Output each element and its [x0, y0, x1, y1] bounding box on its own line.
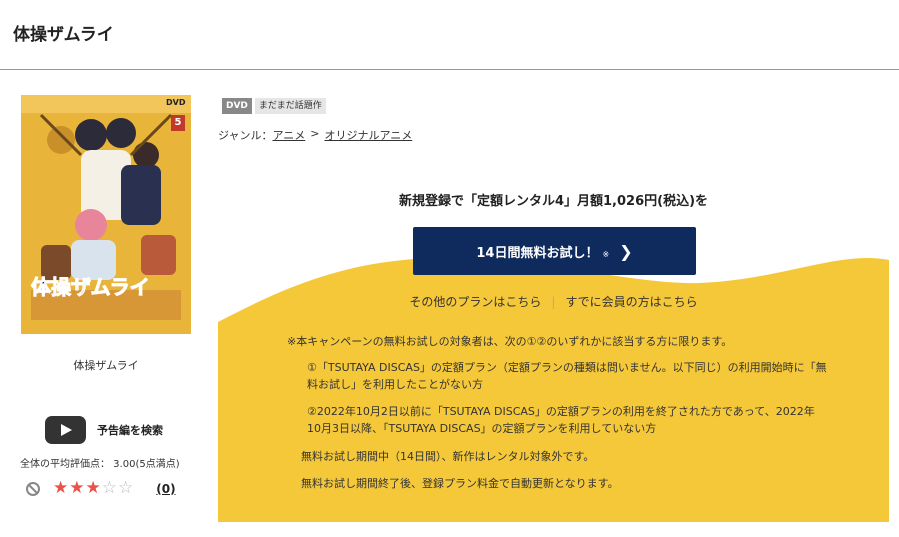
member-login-link[interactable]: すでに会員の方はこちら [565, 295, 697, 309]
link-divider: | [551, 295, 556, 309]
tag-buzz: まだまだ話題作 [254, 98, 326, 114]
free-trial-button[interactable]: 14日間無料お試し！ ※ ❯ [413, 227, 696, 275]
star-empty-icon[interactable]: ☆ [118, 480, 133, 497]
tag-dvd: DVD [222, 98, 252, 114]
no-entry-icon[interactable] [26, 481, 40, 496]
note-new-releases: 無料お試し期間中（14日間）、新作はレンタル対象外です。 [301, 450, 595, 463]
chevron-right-icon: ❯ [619, 241, 633, 261]
cover-volume-badge: 5 [171, 115, 185, 131]
genre-separator: > [310, 127, 320, 140]
free-trial-note-mark: ※ [602, 249, 610, 259]
product-sidebar: 体操ザムライ DVD 5 体操ザムライ 予告編を検索 全体の平均評価点： 3.0… [0, 70, 210, 537]
note-eligibility: ※本キャンペーンの無料お試しの対象者は、次の①②のいずれかに該当する方に限ります… [287, 335, 733, 348]
promo-headline: 新規登録で「定額レンタル4」月額1,026円(税込)を [398, 194, 709, 209]
trailer-search-label: 予告編を検索 [97, 424, 163, 437]
star-filled-icon[interactable]: ★ [53, 480, 68, 497]
cover-format-badge: DVD [166, 98, 186, 107]
genre-label: ジャンル： [218, 129, 273, 142]
cover-caption: 体操ザムライ [73, 359, 139, 372]
rating-stars[interactable]: ★ ★ ★ ☆ ☆ [53, 480, 134, 497]
rating-row: ★ ★ ★ ☆ ☆ (0) [26, 480, 176, 497]
review-count-link[interactable]: (0) [156, 482, 175, 496]
star-filled-icon[interactable]: ★ [69, 480, 84, 497]
genre-link-anime[interactable]: アニメ [272, 127, 305, 143]
star-empty-icon[interactable]: ☆ [102, 480, 117, 497]
genre-breadcrumb: ジャンル： アニメ > オリジナルアニメ [218, 127, 412, 143]
trailer-search-button[interactable]: 予告編を検索 [45, 416, 163, 444]
note-condition-2: ②2022年10月2日以前に「TSUTAYA DISCAS」の定額プランの利用を… [307, 405, 815, 435]
other-plans-link[interactable]: その他のプランはこちら [409, 295, 541, 309]
free-trial-label: 14日間無料お試し！ [476, 245, 599, 261]
play-icon [45, 416, 86, 444]
average-rating-text: 全体の平均評価点： 3.00(5点満点) [20, 459, 180, 470]
cover-image[interactable]: 体操ザムライ DVD 5 [21, 95, 191, 334]
plan-links: その他のプランはこちら | すでに会員の方はこちら [218, 293, 889, 310]
note-auto-renewal: 無料お試し期間終了後、登録プラン料金で自動更新となります。 [301, 477, 619, 490]
cover-art-title: 体操ザムライ [31, 275, 151, 300]
note-condition-1: ①「TSUTAYA DISCAS」の定額プラン（定額プランの種類は問いません。以… [307, 361, 827, 391]
genre-link-original-anime[interactable]: オリジナルアニメ [324, 127, 412, 143]
tag-list: DVD まだまだ話題作 [222, 98, 329, 114]
star-filled-icon[interactable]: ★ [86, 480, 101, 497]
